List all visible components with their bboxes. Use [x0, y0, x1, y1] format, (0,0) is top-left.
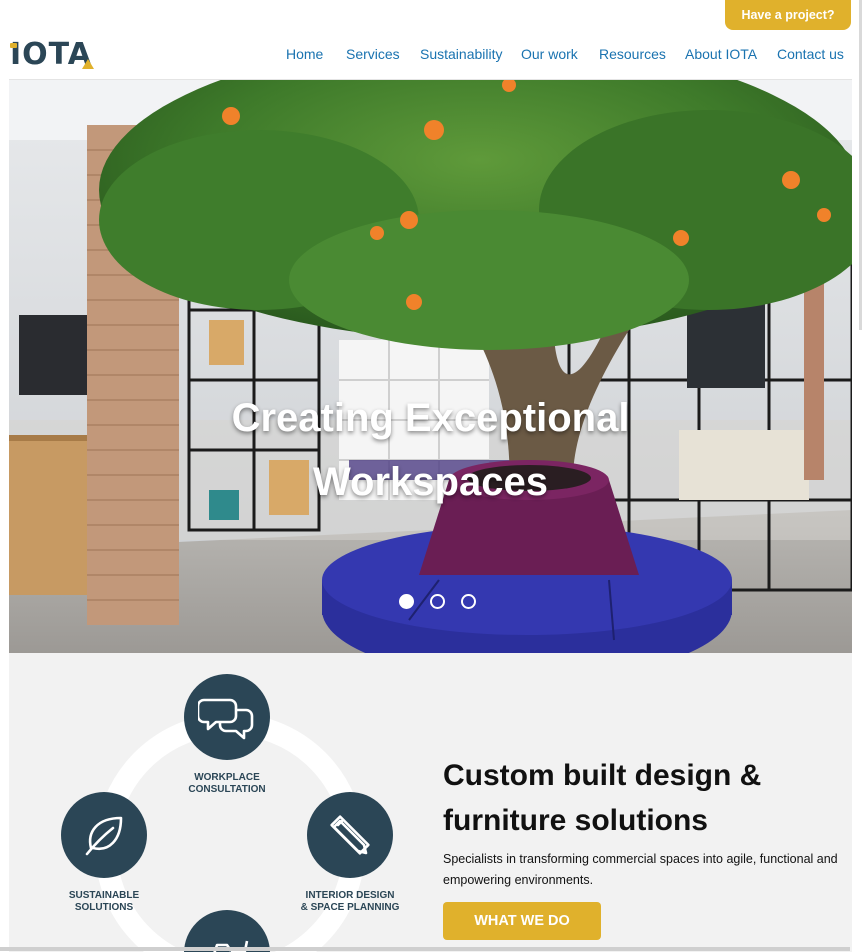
- nav-resources[interactable]: Resources: [599, 46, 666, 62]
- main-nav: Home Services Sustainability Our work Re…: [0, 46, 862, 64]
- horizontal-scrollbar[interactable]: [0, 947, 850, 951]
- intro-heading: Custom built design & furniture solution…: [443, 753, 843, 843]
- nav-services[interactable]: Services: [346, 46, 400, 62]
- service-label-line-1: SUSTAINABLE: [68, 890, 140, 901]
- ruler-pencil-icon[interactable]: [307, 792, 393, 878]
- nav-about-iota[interactable]: About IOTA: [685, 46, 757, 62]
- service-label-line-1: WORKPLACE: [194, 772, 260, 783]
- leaf-icon[interactable]: [61, 792, 147, 878]
- slide-dot-3[interactable]: [461, 594, 476, 609]
- service-sustainable-solutions[interactable]: SUSTAINABLE SOLUTIONS: [24, 792, 184, 914]
- service-interior-design[interactable]: INTERIOR DESIGN & SPACE PLANNING: [270, 792, 430, 914]
- have-a-project-button[interactable]: Have a project?: [725, 0, 851, 30]
- nav-home[interactable]: Home: [286, 46, 323, 62]
- intro-description: Specialists in transforming commercial s…: [443, 852, 838, 887]
- slider-pagination: [399, 594, 476, 609]
- hero-headline: Creating Exceptional Workspaces: [9, 386, 852, 514]
- hero-headline-line-2: Workspaces: [313, 460, 548, 504]
- hero-headline-line-1: Creating Exceptional: [231, 396, 630, 440]
- hero-office-image: [9, 80, 852, 653]
- slide-dot-1[interactable]: [399, 594, 414, 609]
- chat-bubbles-icon[interactable]: [184, 674, 270, 760]
- intro-heading-line-1: Custom built design &: [443, 759, 762, 792]
- hero-slider: Creating Exceptional Workspaces: [9, 80, 852, 653]
- what-we-do-button[interactable]: WHAT WE DO: [443, 902, 601, 940]
- intro-heading-line-2: furniture solutions: [443, 804, 708, 837]
- service-workplace-consultation[interactable]: WORKPLACE CONSULTATION: [147, 674, 307, 796]
- nav-our-work[interactable]: Our work: [521, 46, 578, 62]
- slide-dot-2[interactable]: [430, 594, 445, 609]
- service-label-line-1: INTERIOR DESIGN: [305, 890, 395, 901]
- services-intro-section: WORKPLACE CONSULTATION SUSTAINABLE SOLUT…: [9, 653, 852, 952]
- nav-contact-us[interactable]: Contact us: [777, 46, 844, 62]
- furniture-icon[interactable]: [184, 910, 270, 952]
- service-furniture[interactable]: [147, 910, 307, 952]
- nav-sustainability[interactable]: Sustainability: [420, 46, 503, 62]
